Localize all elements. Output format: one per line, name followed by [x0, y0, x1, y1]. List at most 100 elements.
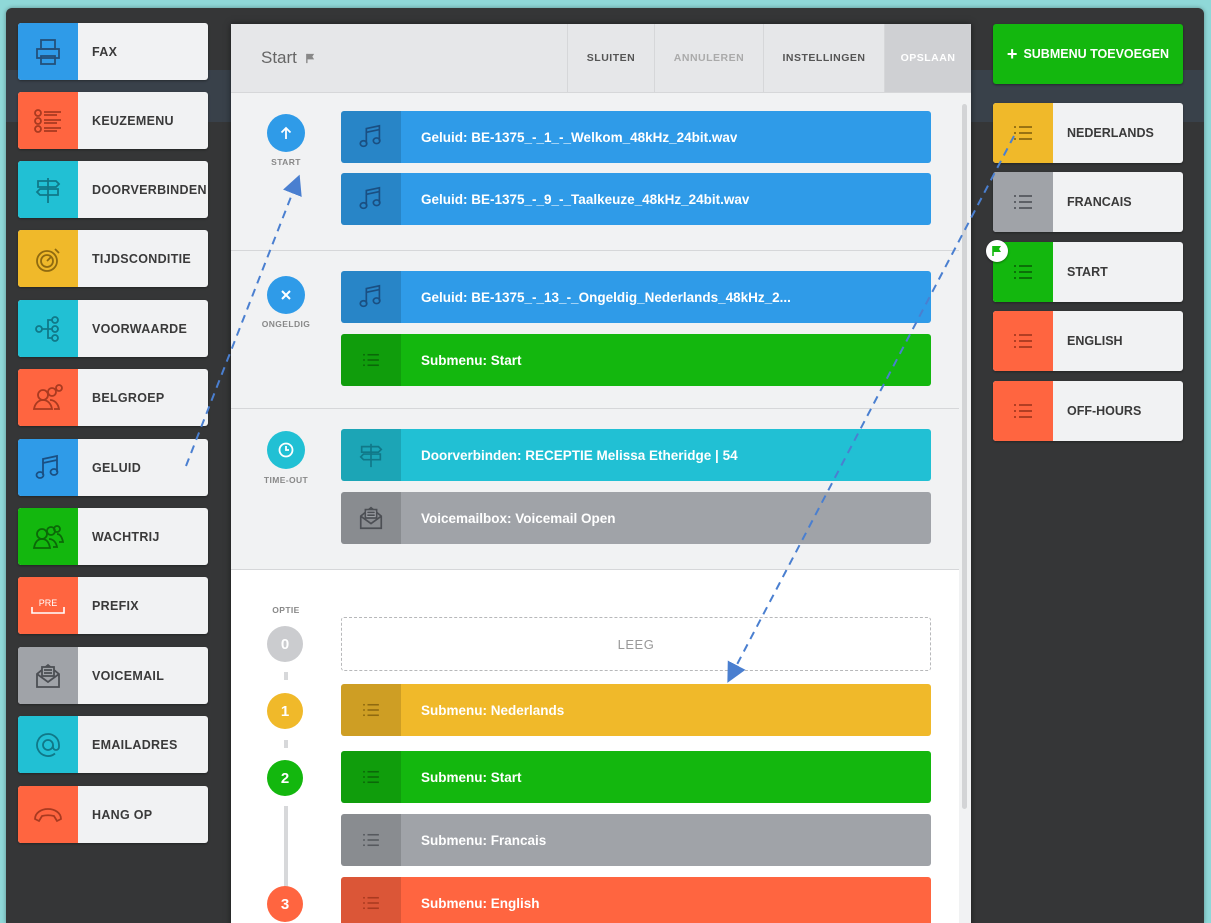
svg-text:PRE: PRE — [39, 598, 58, 608]
row-label: Submenu: Start — [421, 769, 522, 785]
action-row[interactable]: Geluid: BE-1375_-_1_-_Welkom_48kHz_24bit… — [341, 111, 931, 163]
submenu-item-english[interactable]: ENGLISH — [993, 311, 1183, 371]
scrollbar[interactable] — [962, 104, 967, 809]
row-label: Submenu: Nederlands — [421, 702, 565, 718]
list-icon — [993, 311, 1053, 371]
action-row[interactable]: Submenu: Start — [341, 334, 931, 386]
palette-label: VOORWAARDE — [92, 321, 188, 336]
event-invalid-section: ONGELDIG Geluid: BE-1375_-_13_-_Ongeldig… — [231, 251, 959, 409]
list-icon — [341, 334, 401, 386]
palette-item-tijdsconditie[interactable]: TIJDSCONDITIE — [18, 230, 208, 287]
palette-item-voorwaarde[interactable]: VOORWAARDE — [18, 300, 208, 357]
option-number: 3 — [267, 886, 303, 922]
row-label: Geluid: BE-1375_-_9_-_Taalkeuze_48kHz_24… — [421, 191, 750, 207]
row-label: Submenu: Start — [421, 352, 522, 368]
row-label: Submenu: English — [421, 895, 540, 911]
start-flag-icon — [986, 240, 1008, 262]
options-section: OPTIE 0 LEEG 1 Submenu: Nederlands 2 Sub… — [231, 570, 959, 923]
add-submenu-button[interactable]: + SUBMENU TOEVOEGEN — [993, 24, 1183, 84]
list-icon — [993, 103, 1053, 163]
panel-header: Start SLUITEN ANNULEREN INSTELLINGEN OPS… — [231, 24, 971, 93]
options-label: OPTIE — [272, 605, 300, 615]
palette-item-geluid[interactable]: GELUID — [18, 439, 208, 496]
action-row[interactable]: Submenu: Francais — [341, 814, 931, 866]
event-timeout-section: TIME-OUT Doorverbinden: RECEPTIE Melissa… — [231, 409, 959, 570]
action-row[interactable]: Doorverbinden: RECEPTIE Melissa Etheridg… — [341, 429, 931, 481]
palette-label: EMAILADRES — [92, 737, 178, 752]
group-icon — [18, 369, 78, 426]
row-label: Submenu: Francais — [421, 832, 547, 848]
signpost-icon — [18, 161, 78, 218]
option-number: 1 — [267, 693, 303, 729]
palette-label: FAX — [92, 44, 118, 59]
submenu-label: FRANCAIS — [1067, 195, 1132, 209]
submenu-item-off-hours[interactable]: OFF-HOURS — [993, 381, 1183, 441]
panel-title-text: Start — [261, 48, 297, 67]
list-icon — [341, 877, 401, 923]
action-row[interactable]: Submenu: Nederlands — [341, 684, 931, 736]
hangup-icon — [18, 786, 78, 843]
event-label: START — [271, 157, 301, 167]
add-submenu-label: SUBMENU TOEVOEGEN — [1023, 47, 1170, 61]
palette-item-fax[interactable]: FAX — [18, 23, 208, 80]
option-connector — [284, 672, 288, 680]
action-row[interactable]: Submenu: English — [341, 877, 931, 923]
prefix-icon: PRE — [18, 577, 78, 634]
queue-icon — [18, 508, 78, 565]
row-label: Geluid: BE-1375_-_13_-_Ongeldig_Nederlan… — [421, 289, 791, 305]
list-icon — [341, 684, 401, 736]
music-note-icon — [341, 111, 401, 163]
envelope-icon — [341, 492, 401, 544]
list-icon — [993, 381, 1053, 441]
at-icon — [18, 716, 78, 773]
submenu-item-nederlands[interactable]: NEDERLANDS — [993, 103, 1183, 163]
row-label: Voicemailbox: Voicemail Open — [421, 510, 616, 526]
fax-icon — [18, 23, 78, 80]
event-label: TIME-OUT — [263, 475, 309, 485]
palette-label: PREFIX — [92, 598, 139, 613]
branch-icon — [18, 300, 78, 357]
music-note-icon — [341, 173, 401, 225]
clock-icon — [267, 431, 305, 469]
palette-item-keuzemenu[interactable]: KEUZEMENU — [18, 92, 208, 149]
submenu-item-start[interactable]: START — [993, 242, 1183, 302]
music-note-icon — [18, 439, 78, 496]
list-icon — [341, 814, 401, 866]
settings-button[interactable]: INSTELLINGEN — [763, 24, 884, 92]
palette-item-prefix[interactable]: PRE PREFIX — [18, 577, 208, 634]
music-note-icon — [341, 271, 401, 323]
palette-item-hang-op[interactable]: HANG OP — [18, 786, 208, 843]
palette-item-belgroep[interactable]: BELGROEP — [18, 369, 208, 426]
submenu-label: ENGLISH — [1067, 334, 1123, 348]
app-window: FAX KEUZEMENU DOORVERBINDEN TIJDSCONDITI… — [6, 8, 1204, 923]
save-button[interactable]: OPSLAAN — [884, 24, 971, 92]
close-icon — [267, 276, 305, 314]
row-label: Geluid: BE-1375_-_1_-_Welkom_48kHz_24bit… — [421, 129, 738, 145]
submenu-item-francais[interactable]: FRANCAIS — [993, 172, 1183, 232]
submenu-label: START — [1067, 265, 1108, 279]
palette-label: KEUZEMENU — [92, 113, 174, 128]
action-row[interactable]: Voicemailbox: Voicemail Open — [341, 492, 931, 544]
event-label: ONGELDIG — [261, 319, 311, 329]
envelope-icon — [18, 647, 78, 704]
palette-label: VOICEMAIL — [92, 668, 165, 683]
palette-item-voicemail[interactable]: VOICEMAIL — [18, 647, 208, 704]
action-row[interactable]: Geluid: BE-1375_-_9_-_Taalkeuze_48kHz_24… — [341, 173, 931, 225]
palette-label: HANG OP — [92, 807, 153, 822]
action-row[interactable]: Geluid: BE-1375_-_13_-_Ongeldig_Nederlan… — [341, 271, 931, 323]
option-connector — [284, 740, 288, 748]
close-button[interactable]: SLUITEN — [567, 24, 654, 92]
cancel-button[interactable]: ANNULEREN — [654, 24, 763, 92]
menu-icon — [18, 92, 78, 149]
palette-label: WACHTRIJ — [92, 529, 160, 544]
palette-label: TIJDSCONDITIE — [92, 251, 192, 266]
palette-item-emailadres[interactable]: EMAILADRES — [18, 716, 208, 773]
flag-icon — [306, 53, 315, 63]
palette-item-wachtrij[interactable]: WACHTRIJ — [18, 508, 208, 565]
panel-title: Start — [231, 48, 567, 68]
palette-item-doorverbinden[interactable]: DOORVERBINDEN — [18, 161, 208, 218]
action-row[interactable]: Submenu: Start — [341, 751, 931, 803]
empty-option-slot[interactable]: LEEG — [341, 617, 931, 671]
submenu-label: NEDERLANDS — [1067, 126, 1154, 140]
submenu-label: OFF-HOURS — [1067, 404, 1142, 418]
